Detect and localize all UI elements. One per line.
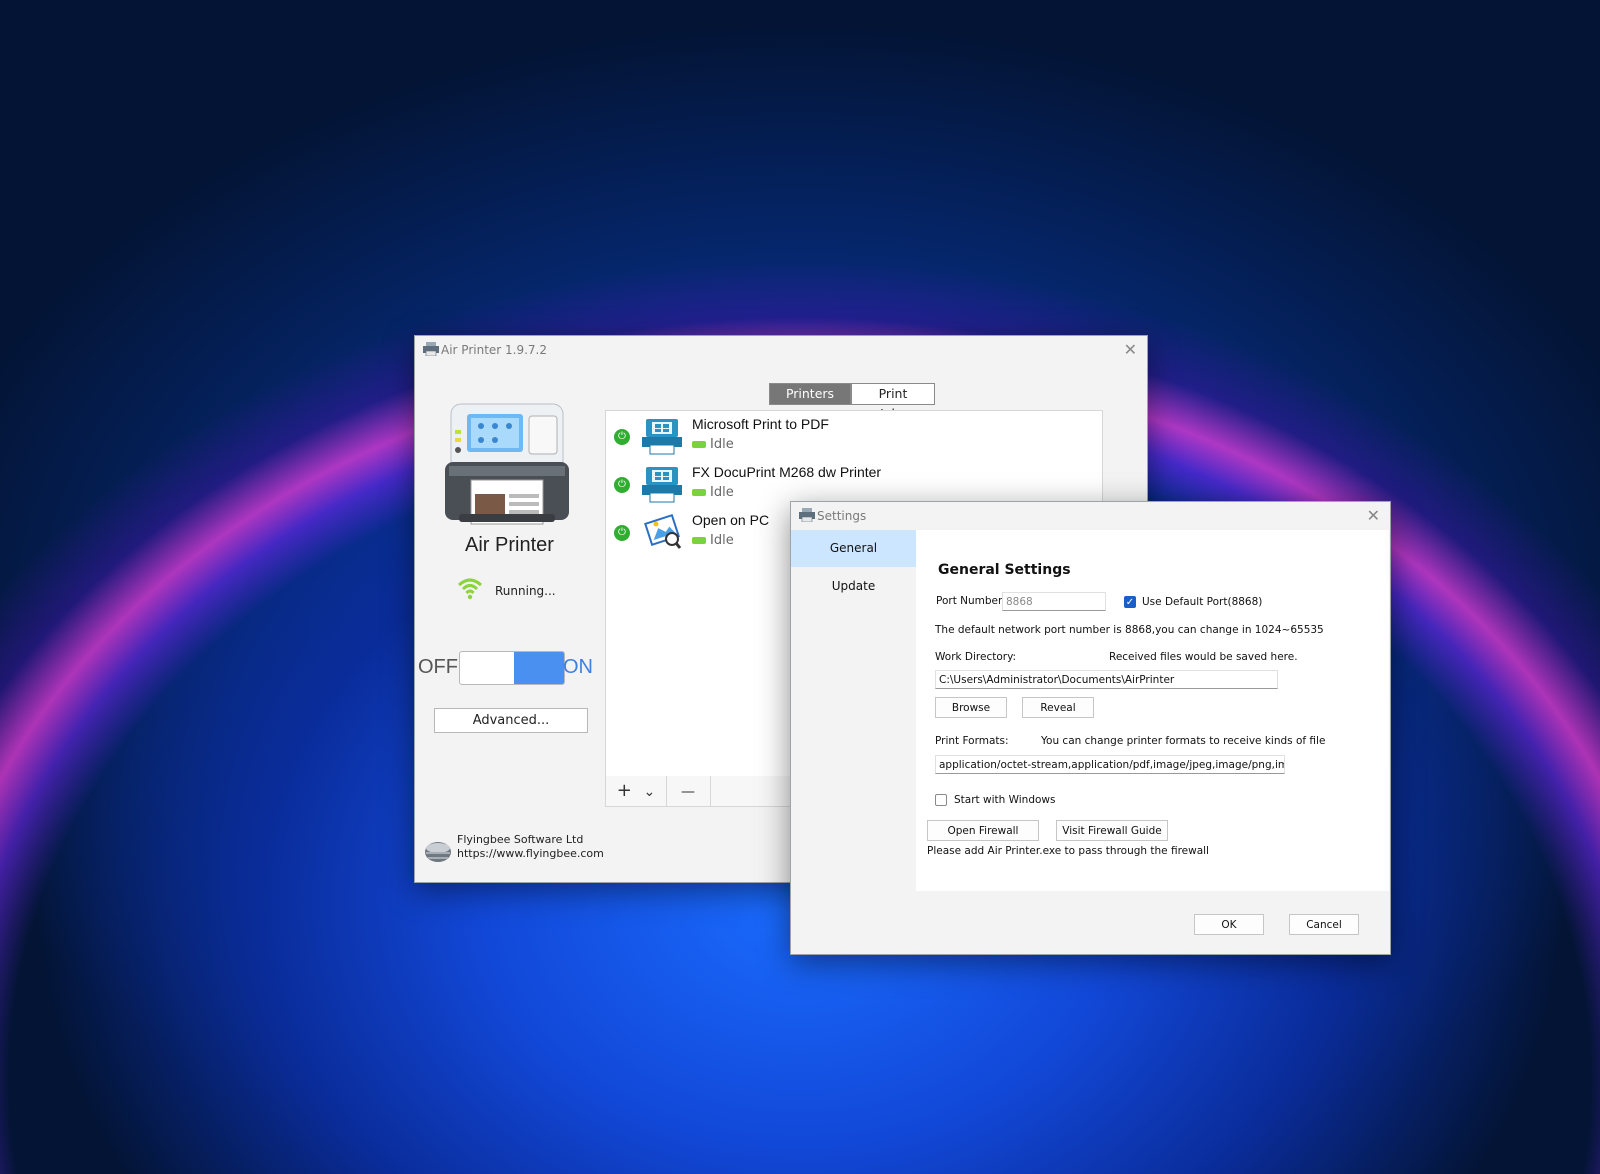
main-close-icon[interactable]: ✕ — [1124, 340, 1137, 359]
toggle-on-indicator — [514, 652, 564, 684]
app-name: Air Printer — [465, 534, 554, 556]
air-printer-logo — [445, 403, 569, 525]
use-default-port-checkbox[interactable]: ✓ — [1124, 596, 1136, 608]
printer-row[interactable]: ⏻ Microsoft Print to PDF Idle — [606, 411, 1102, 459]
chevron-down-icon[interactable]: ⌄ — [644, 784, 656, 800]
settings-titlebar[interactable]: Settings ✕ — [791, 502, 1390, 530]
tab-print-jobs[interactable]: Print Jobs — [851, 383, 935, 421]
tab-printers[interactable]: Printers — [769, 383, 851, 405]
app-printer-icon — [423, 342, 439, 356]
printer-icon — [642, 467, 682, 503]
work-directory-input[interactable]: C:\Users\Administrator\Documents\AirPrin… — [935, 670, 1278, 689]
toggle-on-label: ON — [563, 656, 593, 678]
settings-close-icon[interactable]: ✕ — [1367, 506, 1380, 525]
service-status: Running... — [495, 584, 556, 598]
firewall-hint: Please add Air Printer.exe to pass throu… — [927, 845, 1209, 857]
remove-printer-button[interactable]: — — [666, 776, 711, 806]
print-formats-input[interactable]: application/octet-stream,application/pdf… — [935, 755, 1285, 774]
printer-icon — [642, 419, 682, 455]
power-on-icon[interactable]: ⏻ — [614, 429, 630, 445]
service-toggle[interactable] — [459, 651, 565, 685]
start-with-windows-checkbox[interactable] — [935, 794, 947, 806]
power-on-icon[interactable]: ⏻ — [614, 477, 630, 493]
settings-window-title: Settings — [817, 509, 867, 523]
minus-icon: — — [681, 784, 695, 800]
start-with-windows-label: Start with Windows — [954, 794, 1056, 806]
printer-name: Microsoft Print to PDF — [692, 416, 829, 432]
printer-name: Open on PC — [692, 512, 770, 528]
browse-button[interactable]: Browse — [935, 697, 1007, 718]
reveal-button[interactable]: Reveal — [1022, 697, 1094, 718]
settings-heading: General Settings — [938, 562, 1071, 578]
power-on-icon[interactable]: ⏻ — [614, 525, 630, 541]
add-printer-button[interactable]: + ⌄ — [606, 776, 667, 806]
printer-name: FX DocuPrint M268 dw Printer — [692, 464, 882, 480]
flyingbee-logo-icon — [425, 842, 451, 862]
settings-nav: General Update — [791, 530, 916, 891]
printer-status: Idle — [692, 437, 734, 452]
print-formats-hint: You can change printer formats to receiv… — [1041, 735, 1326, 747]
status-indicator — [692, 441, 706, 448]
company-name: Flyingbee Software Ltd — [457, 833, 584, 846]
nav-general[interactable]: General — [791, 530, 916, 567]
wifi-status-icon — [457, 578, 483, 600]
work-directory-label: Work Directory: — [935, 651, 1017, 663]
port-number-input[interactable]: 8868 — [1002, 592, 1106, 611]
printer-status: Idle — [692, 533, 734, 548]
ok-button[interactable]: OK — [1194, 914, 1264, 935]
main-tabs: Printers Print Jobs — [769, 383, 935, 421]
use-default-port-label: Use Default Port(8868) — [1142, 596, 1263, 608]
work-directory-hint: Received files would be saved here. — [1109, 651, 1298, 663]
port-number-label: Port Number — [936, 595, 1003, 607]
printer-row[interactable]: ⏻ FX DocuPrint M268 dw Printer Idle — [606, 459, 1102, 507]
main-titlebar[interactable]: Air Printer 1.9.7.2 ✕ — [415, 336, 1147, 364]
printer-status: Idle — [692, 485, 734, 500]
cancel-button[interactable]: Cancel — [1289, 914, 1359, 935]
settings-window: Settings ✕ General Update General Settin… — [790, 501, 1391, 955]
advanced-button[interactable]: Advanced... — [434, 708, 588, 733]
company-info: Flyingbee Software Ltd https://www.flyin… — [457, 833, 604, 861]
status-indicator — [692, 489, 706, 496]
toggle-off-label: OFF — [418, 656, 458, 678]
company-url[interactable]: https://www.flyingbee.com — [457, 847, 604, 861]
general-settings-panel: General Settings Port Number 8868 ✓ Use … — [916, 530, 1389, 891]
nav-update[interactable]: Update — [791, 568, 916, 605]
open-firewall-button[interactable]: Open Firewall — [927, 820, 1039, 841]
settings-printer-icon — [799, 508, 815, 522]
print-formats-label: Print Formats: — [935, 735, 1009, 747]
photo-viewer-icon — [644, 513, 682, 549]
port-hint: The default network port number is 8868,… — [935, 624, 1324, 636]
status-indicator — [692, 537, 706, 544]
visit-firewall-guide-button[interactable]: Visit Firewall Guide — [1056, 820, 1168, 841]
main-window-title: Air Printer 1.9.7.2 — [441, 343, 548, 357]
plus-icon: + — [616, 780, 632, 801]
